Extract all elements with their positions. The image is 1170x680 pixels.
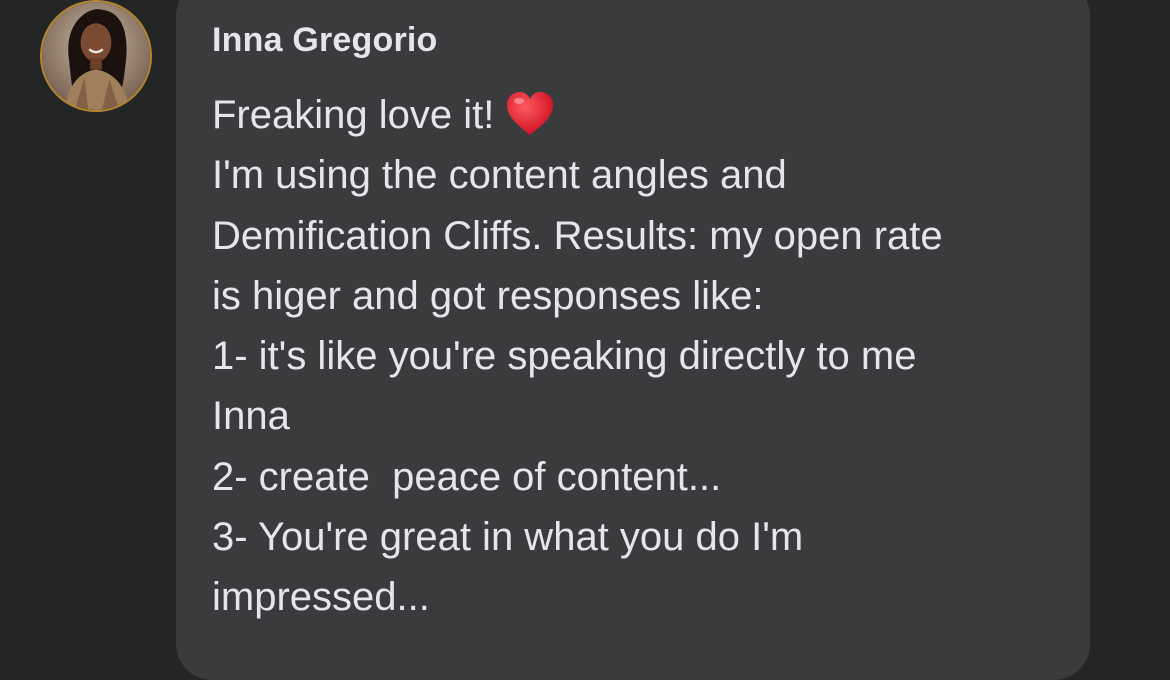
comment-line-3: Demification Cliffs. Results: my open ra… — [212, 213, 943, 258]
heart-icon — [507, 92, 554, 135]
comment-line-8: 3- You're great in what you do I'm — [212, 515, 804, 560]
comment-line-4: is higer and got responses like: — [212, 273, 764, 318]
comment-line-1-text: Freaking love it! — [212, 93, 495, 137]
comment-author-name[interactable]: Inna Gregorio — [212, 20, 438, 60]
comment-line-7: 2- create peace of content... — [212, 454, 722, 499]
comment-line-1: Freaking love it! — [212, 85, 1072, 145]
comment-line-6: Inna — [212, 394, 290, 439]
comment-line-2: I'm using the content angles and — [212, 153, 787, 198]
profile-photo-icon — [42, 2, 150, 110]
comment-line-5: 1- it's like you're speaking directly to… — [212, 334, 917, 379]
comment-text: Freaking love it! I'm using the content … — [212, 85, 1072, 628]
comment-line-9: impressed... — [212, 575, 430, 620]
avatar[interactable] — [40, 0, 152, 112]
